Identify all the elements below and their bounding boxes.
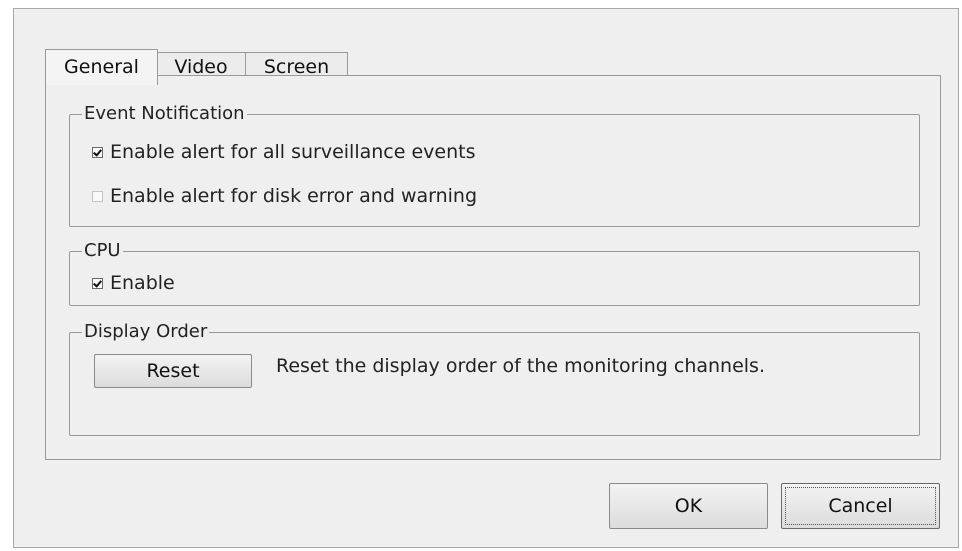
cpu-enable-checkbox[interactable] bbox=[92, 277, 103, 289]
cpu-enable-label: Enable bbox=[110, 272, 175, 294]
ok-button-label: OK bbox=[674, 495, 703, 517]
cancel-button-label: Cancel bbox=[828, 495, 893, 517]
cpu-group: CPU Enable bbox=[69, 239, 920, 306]
cancel-button[interactable]: Cancel bbox=[781, 483, 940, 529]
alert-surveillance-events-option[interactable]: Enable alert for all surveillance events bbox=[92, 141, 475, 163]
settings-dialog: General Video Screen Event Notification … bbox=[13, 8, 959, 548]
alert-surveillance-events-checkbox[interactable] bbox=[92, 146, 103, 158]
display-order-group: Display Order Reset Reset the display or… bbox=[69, 320, 920, 436]
ok-button[interactable]: OK bbox=[609, 483, 768, 529]
alert-disk-error-label: Enable alert for disk error and warning bbox=[110, 185, 478, 207]
display-order-legend: Display Order bbox=[82, 320, 210, 344]
cpu-legend: CPU bbox=[82, 239, 123, 263]
reset-button[interactable]: Reset bbox=[94, 354, 252, 388]
general-tab-panel: Event Notification Enable alert for all … bbox=[45, 75, 941, 460]
cpu-enable-option[interactable]: Enable bbox=[92, 272, 175, 294]
event-notification-group: Event Notification Enable alert for all … bbox=[69, 102, 920, 227]
reset-description: Reset the display order of the monitorin… bbox=[276, 355, 765, 377]
alert-disk-error-checkbox bbox=[92, 190, 103, 202]
alert-disk-error-option: Enable alert for disk error and warning bbox=[92, 185, 477, 207]
alert-surveillance-events-label: Enable alert for all surveillance events bbox=[110, 141, 476, 163]
tab-general[interactable]: General bbox=[45, 49, 158, 85]
event-notification-legend: Event Notification bbox=[82, 102, 247, 126]
